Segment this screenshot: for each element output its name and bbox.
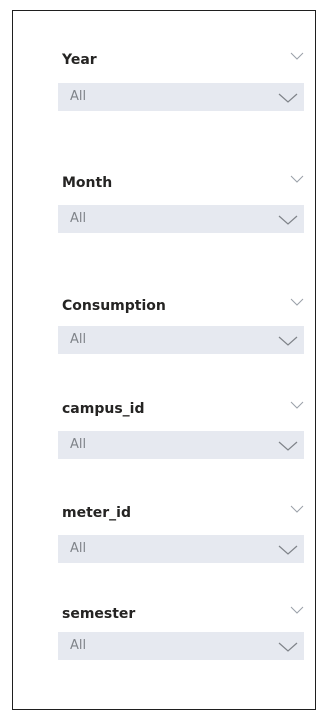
filter-panel: Year All Month All Consumption All campu… bbox=[12, 10, 316, 710]
dropdown-value-campus-id: All bbox=[70, 437, 87, 452]
chevron-down-icon bbox=[278, 545, 298, 555]
slicer-year: Year All bbox=[58, 49, 304, 111]
dropdown-value-semester: All bbox=[70, 638, 87, 653]
slicer-header: Consumption bbox=[58, 295, 304, 317]
slicer-title-consumption: Consumption bbox=[62, 298, 166, 314]
slicer-header: Month bbox=[58, 172, 304, 194]
year-dropdown[interactable]: All bbox=[58, 83, 304, 111]
slicer-header: Year bbox=[58, 49, 304, 71]
chevron-down-icon[interactable] bbox=[290, 605, 304, 615]
dropdown-value-year: All bbox=[70, 89, 87, 104]
chevron-down-icon bbox=[278, 441, 298, 451]
chevron-down-icon[interactable] bbox=[290, 51, 304, 61]
chevron-down-icon bbox=[278, 93, 298, 103]
chevron-down-icon bbox=[278, 215, 298, 225]
meter-id-dropdown[interactable]: All bbox=[58, 535, 304, 563]
month-dropdown[interactable]: All bbox=[58, 205, 304, 233]
slicer-header: campus_id bbox=[58, 398, 304, 420]
slicer-title-month: Month bbox=[62, 175, 113, 191]
chevron-down-icon[interactable] bbox=[290, 297, 304, 307]
semester-dropdown[interactable]: All bbox=[58, 632, 304, 660]
slicer-meter-id: meter_id All bbox=[58, 502, 304, 563]
slicer-semester: semester All bbox=[58, 603, 304, 660]
campus-id-dropdown[interactable]: All bbox=[58, 431, 304, 459]
consumption-dropdown[interactable]: All bbox=[58, 326, 304, 354]
dropdown-value-meter-id: All bbox=[70, 541, 87, 556]
slicer-title-campus-id: campus_id bbox=[62, 401, 145, 417]
chevron-down-icon[interactable] bbox=[290, 504, 304, 514]
slicer-header: semester bbox=[58, 603, 304, 625]
slicer-header: meter_id bbox=[58, 502, 304, 524]
dropdown-value-consumption: All bbox=[70, 332, 87, 347]
slicer-title-semester: semester bbox=[62, 606, 136, 622]
slicer-month: Month All bbox=[58, 172, 304, 233]
chevron-down-icon bbox=[278, 642, 298, 652]
slicer-consumption: Consumption All bbox=[58, 295, 304, 354]
slicer-campus-id: campus_id All bbox=[58, 398, 304, 459]
chevron-down-icon bbox=[278, 336, 298, 346]
chevron-down-icon[interactable] bbox=[290, 174, 304, 184]
slicer-title-meter-id: meter_id bbox=[62, 505, 131, 521]
slicer-title-year: Year bbox=[62, 52, 97, 68]
chevron-down-icon[interactable] bbox=[290, 400, 304, 410]
dropdown-value-month: All bbox=[70, 211, 87, 226]
